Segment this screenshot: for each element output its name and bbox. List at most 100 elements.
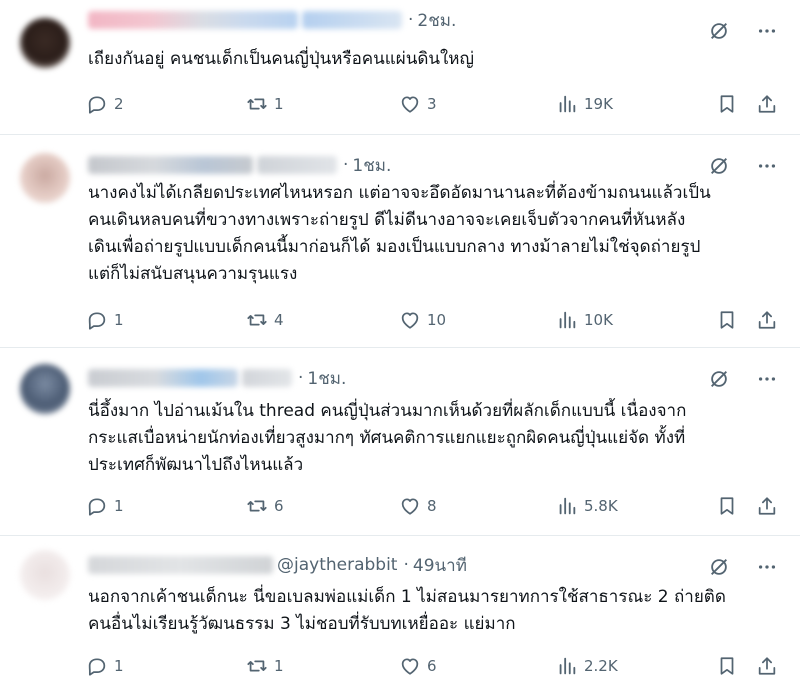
like-button[interactable]: 10 (399, 306, 446, 334)
bookmark-button[interactable] (716, 90, 738, 118)
views-icon (559, 95, 576, 113)
repost-count: 6 (274, 497, 284, 515)
share-icon (758, 95, 776, 113)
reply-header: · 2ชม. (88, 8, 456, 32)
reply-text-line: คนอื่นไม่เรียนรู้วัฒนธรรม 3 ไม่ชอบที่รับ… (88, 614, 516, 634)
reply-text-line: คนเดินหลบคนที่ขวางทางเพราะถ่ายรูป ดีไม่ด… (88, 210, 686, 230)
reply-item[interactable]: · 1ชม. นางคงไม่ได้เกลียดประเทศไหนหรอก แต… (0, 135, 800, 348)
action-bar: 2 1 3 19K (86, 90, 780, 118)
more-icon[interactable] (756, 368, 778, 390)
bookmark-icon (720, 311, 734, 329)
more-icon[interactable] (756, 556, 778, 578)
blurred-display-name[interactable] (88, 369, 238, 387)
reply-item[interactable]: · 1ชม. นี่อึ้งมาก ไปอ่านเม้นใน thread คน… (0, 348, 800, 536)
share-icon (758, 497, 776, 515)
repost-button[interactable]: 6 (246, 492, 284, 520)
repost-icon (247, 660, 267, 672)
repost-button[interactable]: 1 (246, 652, 284, 680)
reply-text-line: เถียงกันอยู่ คนชนเด็กเป็นคนญี่ปุ่นหรือคน… (88, 49, 474, 69)
repost-icon (247, 500, 267, 512)
reply-count: 1 (114, 657, 124, 675)
grok-icon[interactable] (708, 368, 730, 390)
username[interactable]: @jaytherabbit (277, 555, 397, 575)
repost-count: 4 (274, 311, 284, 329)
blurred-display-name[interactable] (88, 11, 298, 29)
reply-text-line: เดินเพื่อถ่ายรูปแบบเด็กคนนี้มาก่อนก็ได้ … (88, 237, 701, 257)
views-button[interactable]: 10K (556, 306, 613, 334)
reply-text-line: นางคงไม่ได้เกลียดประเทศไหนหรอก แต่อาจจะอ… (88, 183, 711, 203)
repost-icon (247, 98, 267, 110)
grok-icon[interactable] (708, 155, 730, 177)
top-actions (708, 155, 778, 177)
timestamp[interactable]: 1ชม. (307, 365, 346, 392)
bookmark-icon (720, 95, 734, 113)
top-actions (708, 368, 778, 390)
like-icon (401, 498, 419, 515)
reply-icon (88, 312, 106, 330)
views-count: 10K (584, 311, 613, 329)
repost-button[interactable]: 1 (246, 90, 284, 118)
timestamp[interactable]: 2ชม. (417, 7, 456, 34)
bookmark-button[interactable] (716, 306, 738, 334)
reply-count: 1 (114, 497, 124, 515)
share-icon (758, 657, 776, 675)
like-button[interactable]: 6 (399, 652, 437, 680)
blurred-username[interactable] (257, 156, 337, 174)
like-count: 3 (427, 95, 437, 113)
reply-text: นางคงไม่ได้เกลียดประเทศไหนหรอก แต่อาจจะอ… (88, 180, 770, 288)
avatar[interactable] (20, 153, 70, 203)
avatar[interactable] (20, 364, 70, 414)
bookmark-button[interactable] (716, 492, 738, 520)
like-icon (401, 312, 419, 329)
reply-icon (88, 658, 106, 676)
like-count: 8 (427, 497, 437, 515)
avatar[interactable] (20, 550, 70, 600)
more-icon[interactable] (756, 20, 778, 42)
bookmark-button[interactable] (716, 652, 738, 680)
views-count: 2.2K (584, 657, 618, 675)
reply-text-line: นอกจากเค้าชนเด็กนะ นี่ขอเบลมพ่อแม่เด็ก 1… (88, 587, 726, 607)
reply-text: เถียงกันอยู่ คนชนเด็กเป็นคนญี่ปุ่นหรือคน… (88, 46, 770, 73)
like-icon (401, 658, 419, 675)
views-icon (559, 657, 576, 675)
reply-button[interactable]: 2 (86, 90, 124, 118)
blurred-username[interactable] (242, 369, 292, 387)
grok-icon[interactable] (708, 20, 730, 42)
top-actions (708, 556, 778, 578)
blurred-username[interactable] (302, 11, 402, 29)
reply-icon (88, 498, 106, 516)
reply-text-line: แต่ก็ไม่สนับสนุนความรุนแรง (88, 264, 298, 284)
share-button[interactable] (756, 90, 778, 118)
reply-header: · 1ชม. (88, 153, 391, 177)
reply-button[interactable]: 1 (86, 492, 124, 520)
like-button[interactable]: 3 (399, 90, 437, 118)
reply-button[interactable]: 1 (86, 306, 124, 334)
views-button[interactable]: 19K (556, 90, 613, 118)
reply-item[interactable]: @jaytherabbit · 49นาที นอกจากเค้าชนเด็กน… (0, 536, 800, 696)
timestamp[interactable]: 1ชม. (352, 152, 391, 179)
like-button[interactable]: 8 (399, 492, 437, 520)
like-icon (401, 96, 419, 113)
share-button[interactable] (756, 652, 778, 680)
separator-dot: · (343, 155, 349, 175)
views-icon (559, 311, 576, 329)
share-button[interactable] (756, 306, 778, 334)
timestamp[interactable]: 49นาที (413, 552, 467, 579)
views-count: 19K (584, 95, 613, 113)
views-button[interactable]: 5.8K (556, 492, 618, 520)
blurred-display-name[interactable] (88, 556, 273, 574)
reply-text: นอกจากเค้าชนเด็กนะ นี่ขอเบลมพ่อแม่เด็ก 1… (88, 584, 770, 638)
avatar[interactable] (20, 18, 70, 68)
separator-dot: · (403, 555, 409, 575)
views-button[interactable]: 2.2K (556, 652, 618, 680)
more-icon[interactable] (756, 155, 778, 177)
action-bar: 1 6 8 5.8K (86, 492, 780, 520)
grok-icon[interactable] (708, 556, 730, 578)
views-icon (559, 497, 576, 515)
reply-button[interactable]: 1 (86, 652, 124, 680)
share-button[interactable] (756, 492, 778, 520)
blurred-display-name[interactable] (88, 156, 253, 174)
repost-button[interactable]: 4 (246, 306, 284, 334)
reply-item[interactable]: · 2ชม. เถียงกันอยู่ คนชนเด็กเป็นคนญี่ปุ่… (0, 0, 800, 135)
like-count: 10 (427, 311, 447, 329)
